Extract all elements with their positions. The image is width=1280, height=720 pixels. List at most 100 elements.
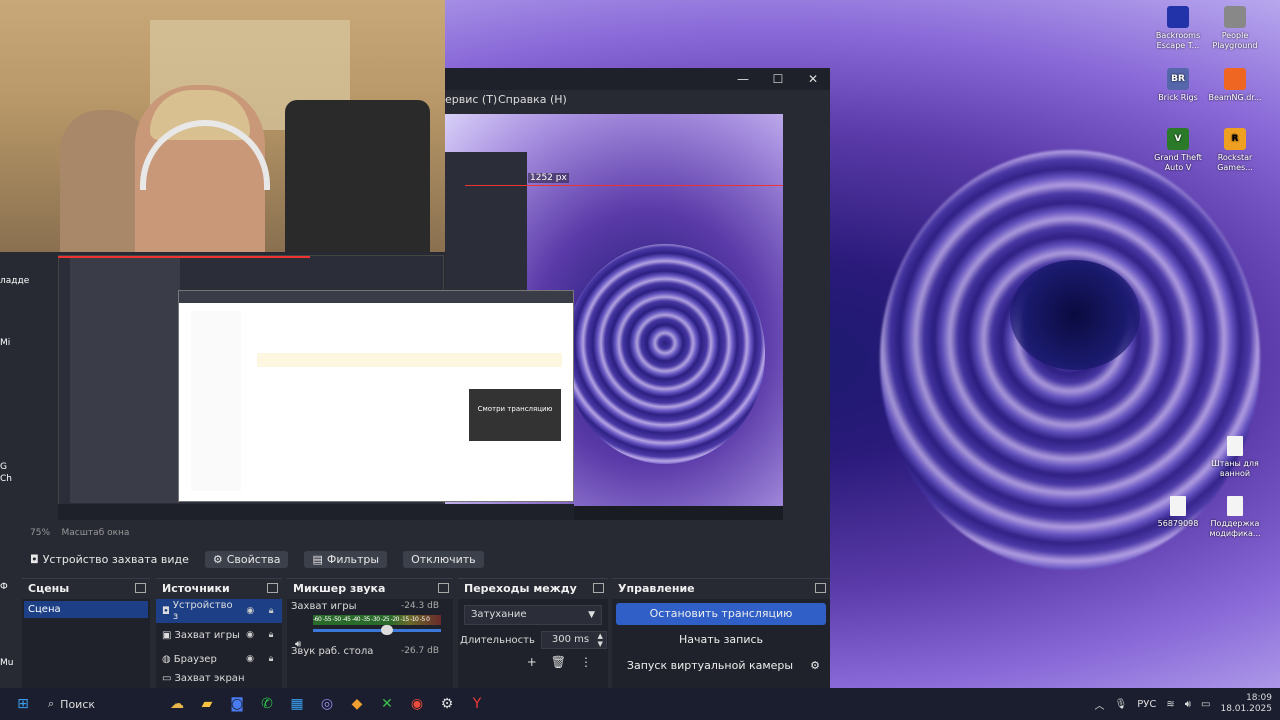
desktop-icon-gta5[interactable]: V Grand Theft Auto V (1148, 128, 1208, 173)
filters-button[interactable]: ▤ Фильтры (304, 550, 388, 568)
channel-db: -24.3 dB (400, 601, 439, 611)
gear-icon[interactable]: ⚙ (804, 655, 826, 677)
desktop-label-cut: Ф (0, 582, 8, 592)
desktop-icon-file-3[interactable]: Поддержка модифика... (1205, 496, 1265, 539)
language-indicator[interactable]: РУС (1137, 699, 1156, 710)
source-item[interactable]: ◍ Браузер ◉ 🔒︎ (156, 647, 282, 671)
chrome-icon[interactable]: ◉ (402, 688, 432, 720)
desktop-icon-label: Grand Theft Auto V (1154, 153, 1202, 172)
rockstar-icon: R (1224, 128, 1246, 150)
virtual-camera-button[interactable]: Запуск виртуальной камеры (616, 655, 804, 677)
desktop-icon-label: Поддержка модифика... (1209, 519, 1261, 538)
measure-line (465, 185, 783, 186)
eye-icon[interactable]: ◉ (243, 654, 257, 664)
microphone-icon[interactable]: 🎙︎ (1115, 699, 1128, 710)
source-item-label: Захват экран (174, 672, 245, 684)
wallpaper-core (1010, 260, 1140, 370)
source-name: ◘ Устройство захвата виде (30, 553, 189, 566)
preview-swirl (565, 244, 765, 464)
volume-meter: -60 -55 -50 -45 -40 -35 -30 -25 -20 -15 … (313, 615, 441, 625)
lock-icon[interactable]: 🔒︎ (264, 630, 278, 640)
clock[interactable]: 18:09 18.01.2025 (1220, 693, 1272, 715)
nested-browser-window: Смотри трансляцию (178, 290, 574, 502)
source-item[interactable]: ◘ Устройство з ◉ 🔒︎ (156, 599, 282, 623)
eye-icon[interactable]: ◉ (243, 630, 257, 640)
disable-button[interactable]: Отключить (403, 550, 484, 568)
file-icon (1227, 496, 1243, 516)
scene-item[interactable]: Сцена (24, 601, 148, 618)
whatsapp-icon[interactable]: ✆ (252, 688, 282, 720)
obs-icon[interactable]: ◎ (312, 688, 342, 720)
volume-slider[interactable] (313, 625, 441, 635)
eye-icon[interactable]: ◉ (243, 606, 257, 616)
xbox-icon[interactable]: ✕ (372, 688, 402, 720)
weather-icon[interactable]: ☁ (162, 688, 192, 720)
desktop-icon-label: 56879098 (1157, 519, 1199, 528)
lock-icon[interactable]: 🔒︎ (264, 654, 278, 664)
dock-undock-icon[interactable] (135, 583, 146, 593)
add-icon[interactable]: + (527, 655, 537, 669)
nested-red-line (58, 256, 310, 258)
dock-undock-icon[interactable] (815, 583, 826, 593)
transition-select[interactable]: Затухание ▼ (464, 605, 602, 625)
dock-undock-icon[interactable] (593, 583, 604, 593)
source-item[interactable]: ▣ Захват игры ◉ 🔒︎ (156, 623, 282, 647)
desktop-icon-file-1[interactable]: Штаны для ванной (1205, 436, 1265, 479)
beamng-icon (1224, 68, 1246, 90)
desktop-icon-beamng[interactable]: BeamNG.dr... (1205, 68, 1265, 103)
menu-item-tools[interactable]: ервис (T) (445, 90, 497, 110)
properties-button[interactable]: ⚙ Свойства (204, 550, 289, 568)
file-icon (1227, 436, 1243, 456)
chevron-up-icon[interactable]: ︿ (1095, 697, 1105, 712)
zoom-row[interactable]: 75% Масштаб окна (30, 528, 129, 538)
battery-icon[interactable]: ▭ (1201, 699, 1210, 710)
yandex-icon[interactable]: Y (462, 688, 492, 720)
windows-start-icon[interactable]: ⊞ (8, 688, 38, 720)
duration-row: Длительность 300 ms ▲ ▼ (460, 631, 608, 649)
desktop-icon-rockstar[interactable]: R Rockstar Games... (1205, 128, 1265, 173)
menu-item-help[interactable]: Справка (H) (498, 90, 567, 110)
desktop-label-cut: G (0, 462, 7, 472)
camera-icon: ◘ (30, 552, 39, 566)
taskbar: ⊞ ⌕ Поиск ☁ ▰ ◙ ✆ ▦ ◎ ◆ ✕ ◉ ⚙ Y ︿ 🎙︎ РУС… (0, 688, 1280, 720)
mixer-channel: Звук раб. стола -26.7 dB (287, 644, 453, 659)
monitor-icon: ▭ (162, 672, 172, 684)
close-button[interactable]: ✕ (798, 70, 828, 88)
source-item[interactable]: ▭ Захват экран (156, 671, 282, 685)
maximize-button[interactable]: ☐ (763, 70, 793, 88)
file-icon (1170, 496, 1186, 516)
taskbar-search[interactable]: ⌕ Поиск (42, 692, 162, 716)
mixer-header: Микшер звука (287, 579, 453, 599)
dock-undock-icon[interactable] (267, 583, 278, 593)
desktop-icon-brick-rigs[interactable]: BR Brick Rigs (1148, 68, 1208, 103)
folder-icon[interactable]: ▰ (192, 688, 222, 720)
more-icon[interactable]: ⋮ (580, 655, 592, 669)
chevron-down-icon: ▼ (588, 610, 595, 620)
scenes-header: Сцены (22, 579, 150, 599)
desktop-icon-people-playground[interactable]: People Playground (1205, 6, 1265, 51)
start-record-button[interactable]: Начать запись (616, 629, 826, 651)
duration-value: 300 ms (551, 634, 590, 645)
volume-icon[interactable]: 🔊︎ (1185, 699, 1191, 710)
trash-icon[interactable]: 🗑︎ (551, 655, 566, 669)
spinner-icon[interactable]: ▲ ▼ (597, 632, 602, 648)
minimize-button[interactable]: — (728, 70, 758, 88)
clock-date: 18.01.2025 (1220, 704, 1272, 714)
mixer-channel: Захват игры -24.3 dB -60 -55 -50 -45 -40… (287, 599, 453, 650)
game-launcher-icon[interactable]: ◆ (342, 688, 372, 720)
lock-icon[interactable]: 🔒︎ (264, 606, 278, 616)
search-icon: ⌕ (48, 697, 55, 710)
desktop-icon-label: People Playground (1212, 31, 1258, 50)
wifi-icon[interactable]: ≋ (1166, 699, 1174, 710)
duration-input[interactable]: 300 ms ▲ ▼ (540, 631, 607, 649)
stop-stream-button[interactable]: Остановить трансляцию (616, 603, 826, 625)
desktop-icon-backrooms[interactable]: Backrooms Escape T... (1148, 6, 1208, 51)
nested-sidebar (191, 311, 241, 491)
webcam-overlay (0, 0, 445, 252)
volume-knob[interactable] (381, 625, 393, 635)
dock-undock-icon[interactable] (438, 583, 449, 593)
steam-icon[interactable]: ⚙ (432, 688, 462, 720)
desktop-icon-file-2[interactable]: 56879098 (1148, 496, 1208, 529)
discord-icon[interactable]: ◙ (222, 688, 252, 720)
store-icon[interactable]: ▦ (282, 688, 312, 720)
